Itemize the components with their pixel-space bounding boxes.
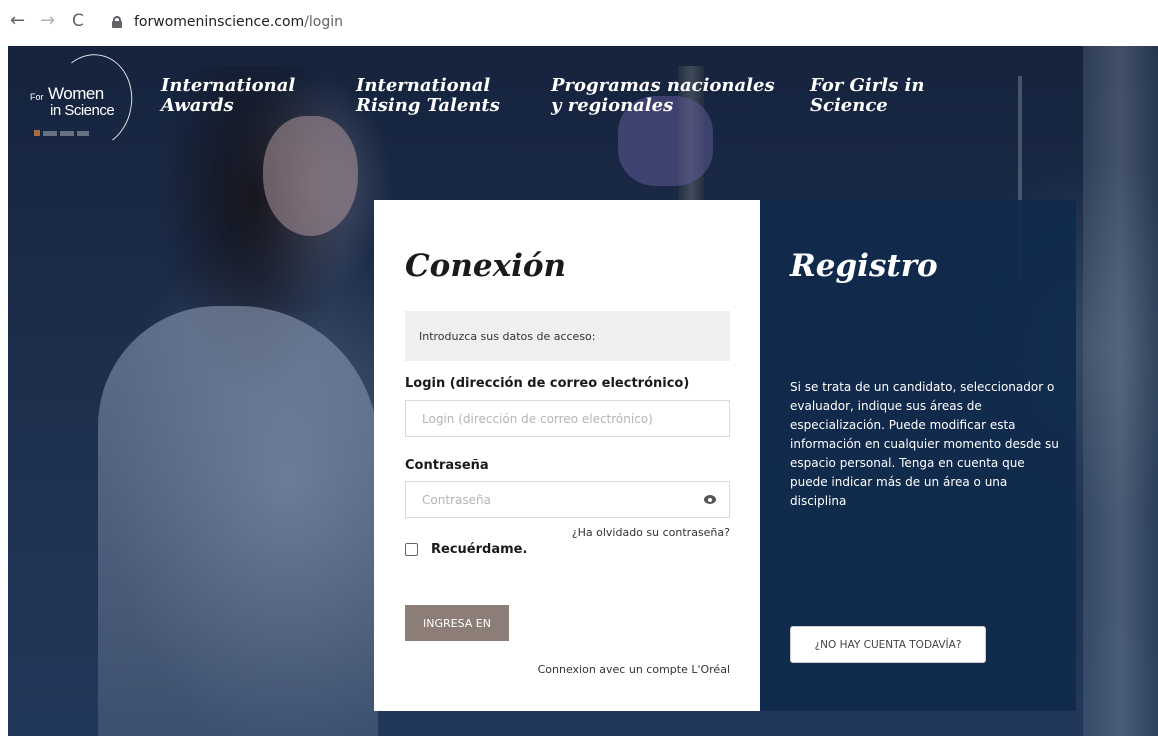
- scientist-photo-face: [263, 116, 358, 236]
- forgot-password-link[interactable]: ¿Ha olvidado su contraseña?: [572, 526, 730, 539]
- nav-label-line1: International: [356, 75, 491, 96]
- nav-international-awards[interactable]: International Awards: [161, 76, 295, 116]
- email-field[interactable]: [405, 400, 730, 437]
- url-domain: forwomeninscience.com: [134, 14, 305, 30]
- loreal-login-link[interactable]: Connexion avec un compte L'Oréal: [538, 663, 730, 676]
- email-label: Login (dirección de correo electrónico): [405, 376, 690, 391]
- nav-label-line1: For Girls in: [810, 75, 925, 96]
- logo-women: Women: [48, 84, 104, 103]
- logo-in-science: in Science: [50, 102, 115, 119]
- url-path: /login: [304, 14, 344, 30]
- logo-for: For: [30, 92, 44, 102]
- logo-sponsor-marks: [34, 128, 94, 138]
- back-arrow-icon[interactable]: ←: [10, 10, 25, 32]
- info-text: Introduzca sus datos de acceso:: [419, 330, 596, 343]
- lock-icon[interactable]: [112, 16, 122, 28]
- address-bar[interactable]: forwomeninscience.com/login: [112, 10, 343, 34]
- page-hero: For Women in Science International Award…: [8, 46, 1158, 736]
- nav-label-line2: Awards: [161, 95, 234, 116]
- nav-for-girls-in-science[interactable]: For Girls in Science: [810, 76, 924, 116]
- remember-me-checkbox[interactable]: [405, 543, 418, 556]
- nav-international-rising-talents[interactable]: International Rising Talents: [356, 76, 500, 116]
- login-submit-button[interactable]: INGRESA EN: [405, 605, 509, 641]
- nav-label-line2: y regionales: [551, 95, 674, 116]
- register-description: Si se trata de un candidato, seleccionad…: [790, 380, 1059, 508]
- show-password-eye-icon[interactable]: [704, 495, 716, 504]
- reload-icon[interactable]: C: [72, 10, 84, 32]
- lab-equipment-background: [1083, 46, 1158, 736]
- password-label: Contraseña: [405, 458, 489, 473]
- nav-label-line1: Programas nacionales: [551, 75, 775, 96]
- nav-label-line2: Science: [810, 95, 888, 116]
- browser-toolbar: ← → C forwomeninscience.com/login: [0, 0, 1158, 46]
- nav-label-line1: International: [161, 75, 296, 96]
- no-account-button[interactable]: ¿NO HAY CUENTA TODAVÍA?: [790, 626, 986, 663]
- url-text[interactable]: forwomeninscience.com/login: [134, 14, 343, 30]
- register-title: Registro: [790, 248, 938, 284]
- register-panel: Registro Si se trata de un candidato, se…: [760, 200, 1076, 711]
- password-field[interactable]: [405, 481, 730, 518]
- remember-me[interactable]: Recuérdame.: [405, 542, 527, 557]
- nav-label-line2: Rising Talents: [356, 95, 500, 116]
- scientist-photo-coat: [98, 306, 378, 736]
- for-women-in-science-logo[interactable]: For Women in Science: [22, 47, 140, 156]
- remember-me-label[interactable]: Recuérdame.: [431, 542, 527, 557]
- forward-arrow-icon[interactable]: →: [40, 10, 55, 32]
- login-title: Conexión: [405, 248, 567, 284]
- login-panel: Conexión Introduzca sus datos de acceso:…: [374, 200, 760, 711]
- info-box: Introduzca sus datos de acceso:: [405, 311, 730, 361]
- nav-programas-nacionales[interactable]: Programas nacionales y regionales: [551, 76, 775, 116]
